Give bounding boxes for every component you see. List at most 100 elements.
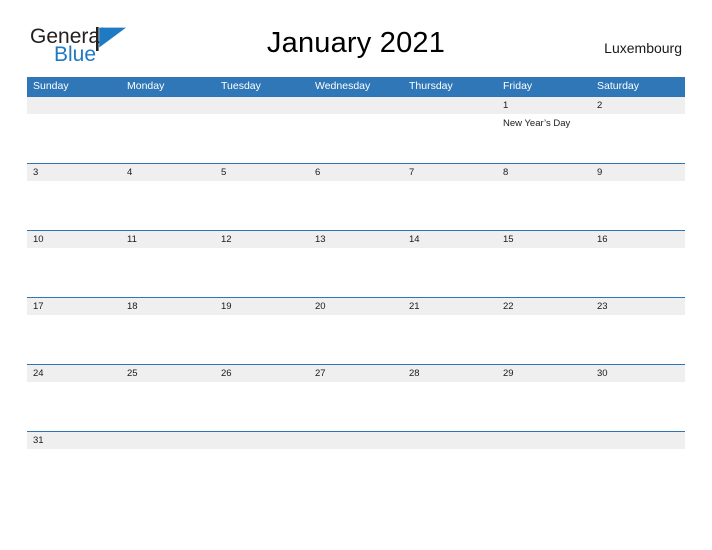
date-number[interactable]	[215, 97, 309, 114]
date-number[interactable]: 23	[591, 298, 685, 315]
date-number[interactable]: 14	[403, 231, 497, 248]
day-cell[interactable]	[309, 248, 403, 297]
date-number[interactable]	[215, 432, 309, 449]
day-cell[interactable]	[215, 114, 309, 163]
day-cell[interactable]	[403, 315, 497, 364]
day-cell[interactable]	[121, 248, 215, 297]
day-cell[interactable]	[27, 181, 121, 230]
day-cell[interactable]	[27, 315, 121, 364]
day-cell[interactable]	[591, 382, 685, 431]
month-grid: Sunday Monday Tuesday Wednesday Thursday…	[27, 77, 685, 498]
day-cell[interactable]	[27, 382, 121, 431]
day-cell[interactable]	[215, 181, 309, 230]
day-cell[interactable]	[215, 248, 309, 297]
date-number[interactable]: 12	[215, 231, 309, 248]
weekday-wednesday: Wednesday	[315, 80, 371, 92]
day-cell[interactable]	[27, 248, 121, 297]
day-cell[interactable]	[497, 181, 591, 230]
date-number[interactable]	[591, 432, 685, 449]
date-number[interactable]: 31	[27, 432, 121, 449]
day-cell[interactable]	[497, 315, 591, 364]
day-cell[interactable]	[497, 248, 591, 297]
day-cell[interactable]	[309, 382, 403, 431]
week-date-band: 1 2	[27, 97, 685, 114]
date-number[interactable]: 16	[591, 231, 685, 248]
date-number[interactable]: 7	[403, 164, 497, 181]
date-number[interactable]	[121, 432, 215, 449]
day-cell[interactable]	[497, 449, 591, 498]
week-row: 3 4 5 6 7 8 9	[27, 163, 685, 230]
day-cell[interactable]	[27, 114, 121, 163]
day-cell[interactable]	[27, 449, 121, 498]
weekday-monday: Monday	[127, 80, 165, 92]
day-cell[interactable]	[403, 449, 497, 498]
day-cell[interactable]	[309, 181, 403, 230]
weekday-thursday: Thursday	[409, 80, 453, 92]
date-number[interactable]	[27, 97, 121, 114]
day-cell[interactable]: New Year’s Day	[497, 114, 591, 163]
day-cell[interactable]	[591, 181, 685, 230]
day-cell[interactable]	[121, 382, 215, 431]
date-number[interactable]: 20	[309, 298, 403, 315]
week-event-band	[27, 181, 685, 230]
date-number[interactable]: 10	[27, 231, 121, 248]
date-number[interactable]: 13	[309, 231, 403, 248]
day-cell[interactable]	[497, 382, 591, 431]
event-label: New Year’s Day	[503, 118, 571, 129]
day-cell[interactable]	[309, 114, 403, 163]
weekday-friday: Friday	[503, 80, 533, 92]
weekday-saturday: Saturday	[597, 80, 640, 92]
day-cell[interactable]	[403, 181, 497, 230]
day-cell[interactable]	[591, 449, 685, 498]
day-cell[interactable]	[591, 315, 685, 364]
date-number[interactable]: 25	[121, 365, 215, 382]
date-number[interactable]	[403, 97, 497, 114]
day-cell[interactable]	[121, 315, 215, 364]
date-number[interactable]: 30	[591, 365, 685, 382]
date-number[interactable]: 18	[121, 298, 215, 315]
date-number[interactable]: 2	[591, 97, 685, 114]
date-number[interactable]: 6	[309, 164, 403, 181]
date-number[interactable]: 28	[403, 365, 497, 382]
day-cell[interactable]	[121, 181, 215, 230]
week-date-band: 24 25 26 27 28 29 30	[27, 365, 685, 382]
day-cell[interactable]	[309, 449, 403, 498]
date-number[interactable]: 26	[215, 365, 309, 382]
date-number[interactable]: 3	[27, 164, 121, 181]
week-event-band	[27, 248, 685, 297]
date-number[interactable]: 8	[497, 164, 591, 181]
day-cell[interactable]	[309, 315, 403, 364]
week-date-band: 3 4 5 6 7 8 9	[27, 164, 685, 181]
date-number[interactable]: 1	[497, 97, 591, 114]
week-row: 17 18 19 20 21 22 23	[27, 297, 685, 364]
day-cell[interactable]	[121, 449, 215, 498]
day-cell[interactable]	[215, 315, 309, 364]
date-number[interactable]: 5	[215, 164, 309, 181]
day-cell[interactable]	[403, 248, 497, 297]
day-cell[interactable]	[403, 114, 497, 163]
date-number[interactable]: 4	[121, 164, 215, 181]
date-number[interactable]: 24	[27, 365, 121, 382]
date-number[interactable]	[121, 97, 215, 114]
date-number[interactable]: 27	[309, 365, 403, 382]
weekday-header-row: Sunday Monday Tuesday Wednesday Thursday…	[27, 77, 685, 96]
date-number[interactable]: 21	[403, 298, 497, 315]
day-cell[interactable]	[215, 449, 309, 498]
day-cell[interactable]	[121, 114, 215, 163]
day-cell[interactable]	[591, 114, 685, 163]
date-number[interactable]: 17	[27, 298, 121, 315]
date-number[interactable]	[497, 432, 591, 449]
day-cell[interactable]	[591, 248, 685, 297]
date-number[interactable]: 29	[497, 365, 591, 382]
date-number[interactable]	[309, 97, 403, 114]
date-number[interactable]: 15	[497, 231, 591, 248]
date-number[interactable]	[309, 432, 403, 449]
date-number[interactable]: 22	[497, 298, 591, 315]
date-number[interactable]: 19	[215, 298, 309, 315]
date-number[interactable]: 11	[121, 231, 215, 248]
day-cell[interactable]	[215, 382, 309, 431]
date-number[interactable]	[403, 432, 497, 449]
day-cell[interactable]	[403, 382, 497, 431]
date-number[interactable]: 9	[591, 164, 685, 181]
week-event-band	[27, 315, 685, 364]
